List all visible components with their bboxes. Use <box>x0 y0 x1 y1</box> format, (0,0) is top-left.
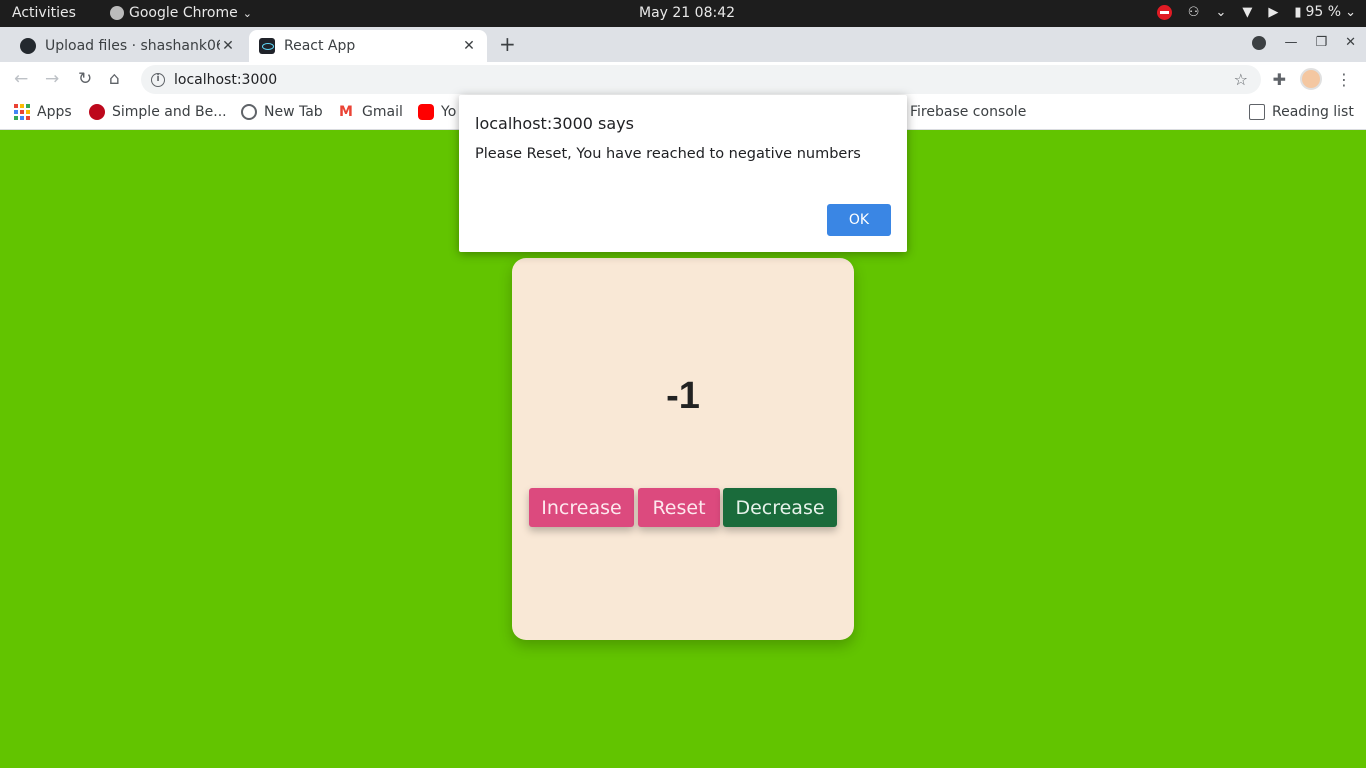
reset-button[interactable]: Reset <box>638 488 720 527</box>
bookmark-gmail[interactable]: M Gmail <box>339 104 403 120</box>
site-info-icon[interactable]: i <box>151 72 165 87</box>
bookmark-firebase-console[interactable]: Firebase console <box>910 104 1026 120</box>
tab-title: React App <box>284 38 356 54</box>
chrome-icon <box>110 6 124 20</box>
apps-grid-icon <box>14 104 30 120</box>
accessibility-icon: ⚇ <box>1187 4 1200 20</box>
chevron-down-icon: ⌄ <box>1215 4 1227 20</box>
avatar[interactable] <box>1300 68 1322 90</box>
system-tray[interactable]: ⚇ ⌄ ▼ ▶ ▮ 95 % ⌄ <box>1156 4 1356 20</box>
bookmark-label: Apps <box>37 104 72 120</box>
wifi-icon: ▼ <box>1242 4 1253 20</box>
reload-icon[interactable]: ↻ <box>78 69 92 89</box>
tab-search-icon[interactable] <box>1252 35 1267 50</box>
alert-dialog: localhost:3000 says Please Reset, You ha… <box>459 95 907 252</box>
app-menu-label: Google Chrome <box>129 5 238 21</box>
bookmark-star-icon[interactable]: ☆ <box>1234 70 1248 89</box>
bookmark-apps[interactable]: Apps <box>14 104 72 120</box>
bookmark-simple-and-be[interactable]: Simple and Be... <box>89 104 227 120</box>
forward-arrow-icon[interactable]: → <box>45 69 59 89</box>
chevron-down-icon: ⌄ <box>242 6 252 20</box>
activities-button[interactable]: Activities <box>12 5 76 21</box>
gmail-icon: M <box>339 104 353 120</box>
back-arrow-icon[interactable]: ← <box>14 69 28 89</box>
bookmark-label: Gmail <box>362 104 403 120</box>
address-url: localhost:3000 <box>174 71 278 88</box>
battery-indicator: ▮ 95 % ⌄ <box>1294 4 1356 20</box>
reading-list-button[interactable]: Reading list <box>1249 104 1354 120</box>
tab-strip: Upload files · shashank06 ✕ React App ✕ … <box>0 27 1366 62</box>
browser-toolbar: ← → ↻ ⌂ i localhost:3000 ☆ ✚ ⋮ <box>0 62 1366 96</box>
tab-upload-files[interactable]: Upload files · shashank06 ✕ <box>10 30 246 62</box>
restore-icon[interactable]: ❐ <box>1315 35 1327 50</box>
address-bar[interactable]: i localhost:3000 ☆ <box>141 65 1261 94</box>
bookmark-new-tab[interactable]: New Tab <box>241 104 323 120</box>
tab-react-app[interactable]: React App ✕ <box>249 30 487 62</box>
bookmark-label: New Tab <box>264 104 323 120</box>
system-top-bar: Activities Google Chrome ⌄ May 21 08:42 … <box>0 0 1366 27</box>
toolbar-right: ✚ ⋮ <box>1273 68 1352 90</box>
battery-percent: 95 % <box>1305 4 1342 20</box>
new-tab-button[interactable]: + <box>499 32 516 56</box>
youtube-icon <box>418 104 434 120</box>
counter-card: -1 Increase Reset Decrease <box>512 258 854 640</box>
clock[interactable]: May 21 08:42 <box>639 5 735 21</box>
decrease-button[interactable]: Decrease <box>723 488 837 527</box>
bookmark-label: Firebase console <box>910 104 1027 120</box>
github-icon <box>20 38 36 54</box>
counter-value: -1 <box>666 375 700 417</box>
window-controls: — ❐ ✕ <box>1252 35 1356 50</box>
close-icon[interactable]: ✕ <box>220 38 236 54</box>
volume-icon: ▶ <box>1268 4 1279 20</box>
extensions-icon[interactable]: ✚ <box>1273 70 1286 89</box>
minimize-icon[interactable]: — <box>1284 35 1297 50</box>
pinterest-icon <box>89 104 105 120</box>
bookmark-youtube[interactable]: Yo <box>418 104 456 120</box>
increase-button[interactable]: Increase <box>529 488 634 527</box>
react-icon <box>259 38 275 54</box>
close-window-icon[interactable]: ✕ <box>1345 35 1356 50</box>
chevron-down-icon: ⌄ <box>1345 4 1356 20</box>
menu-kebab-icon[interactable]: ⋮ <box>1336 70 1352 89</box>
bookmark-label: Simple and Be... <box>112 104 227 120</box>
battery-icon: ▮ <box>1294 4 1302 20</box>
bookmark-label: Yo <box>441 104 457 120</box>
home-icon[interactable]: ⌂ <box>109 69 120 89</box>
ok-button[interactable]: OK <box>827 204 891 236</box>
app-menu[interactable]: Google Chrome ⌄ <box>110 5 252 21</box>
close-icon[interactable]: ✕ <box>461 38 477 54</box>
do-not-disturb-icon <box>1156 4 1172 20</box>
alert-message: Please Reset, You have reached to negati… <box>475 146 861 162</box>
bookmark-label: Reading list <box>1272 104 1354 120</box>
tab-title: Upload files · shashank06 <box>45 38 220 54</box>
globe-icon <box>241 104 257 120</box>
reading-list-icon <box>1249 104 1265 120</box>
alert-title: localhost:3000 says <box>475 114 634 133</box>
